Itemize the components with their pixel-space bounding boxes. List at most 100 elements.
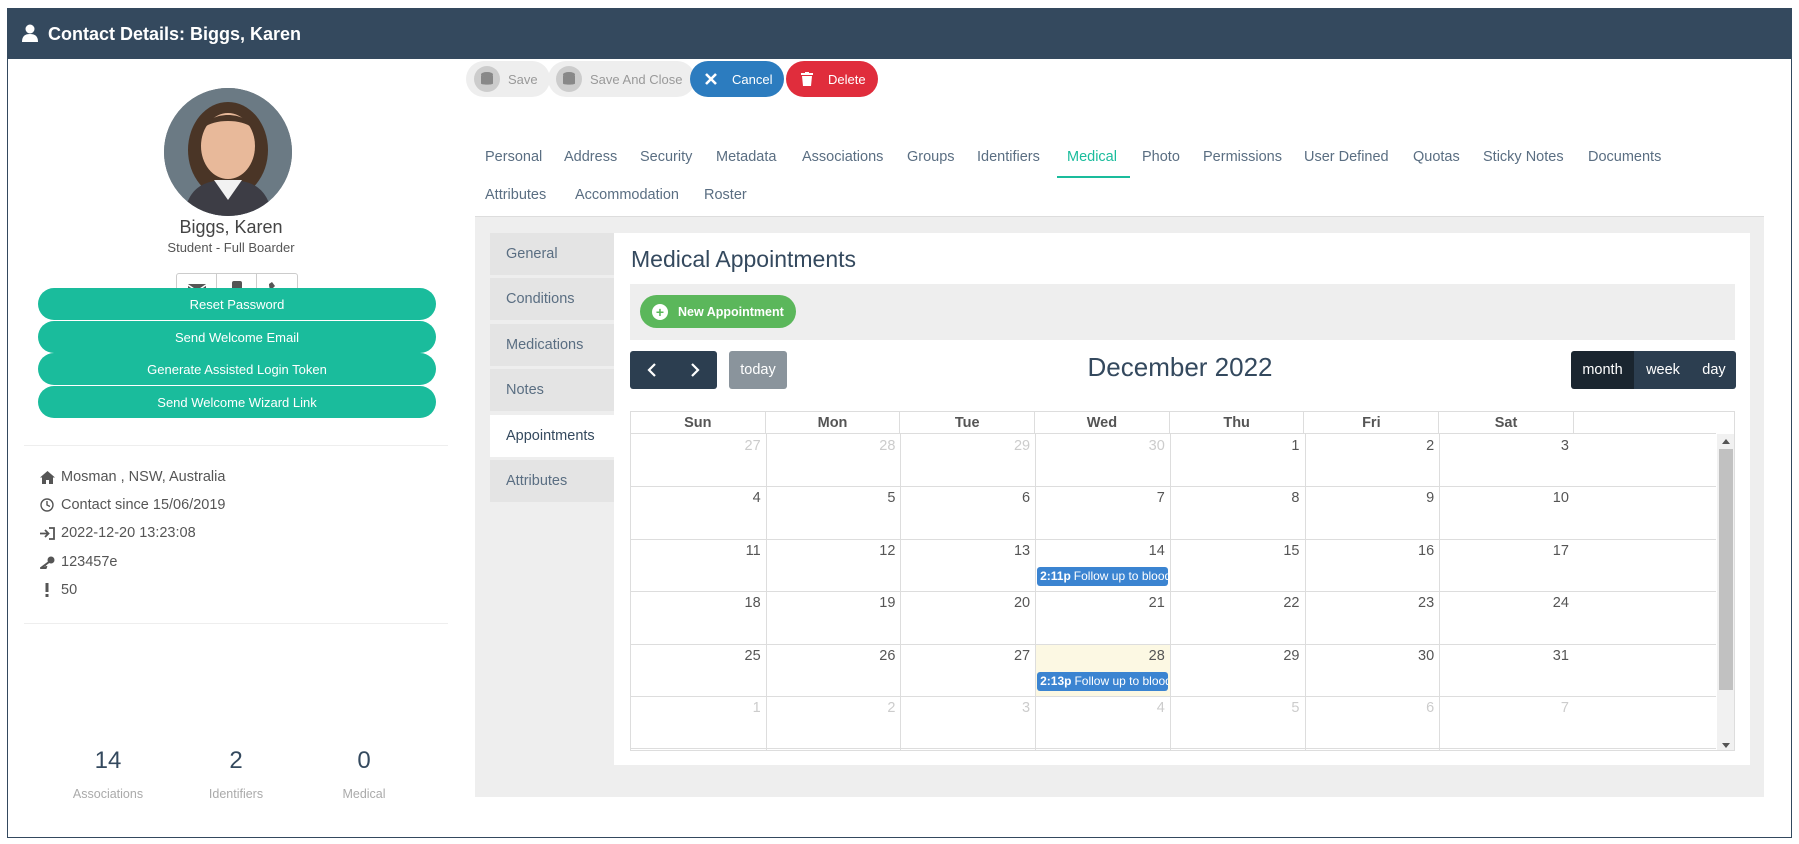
grid-line (1439, 434, 1441, 750)
tab-identifiers[interactable]: Identifiers (977, 149, 1040, 165)
view-week-button[interactable]: week (1634, 351, 1692, 389)
stat-value: 2 (229, 747, 243, 774)
next-month-button[interactable] (674, 351, 718, 389)
day-number[interactable]: 29 (1260, 648, 1299, 664)
tab-medical[interactable]: Medical (1067, 149, 1117, 165)
save-button[interactable]: Save (466, 61, 550, 97)
avatar (164, 88, 292, 216)
day-number[interactable]: 24 (1529, 595, 1569, 611)
day-number[interactable]: 13 (990, 543, 1030, 559)
day-number[interactable]: 1 (1260, 438, 1299, 454)
day-number[interactable]: 7 (1529, 700, 1569, 716)
delete-button[interactable]: Delete (786, 61, 878, 97)
subnav-notes[interactable]: Notes (490, 369, 614, 411)
generate-login-token-button[interactable]: Generate Assisted Login Token (38, 353, 436, 385)
day-number[interactable]: 10 (1529, 490, 1569, 506)
key-icon (38, 556, 56, 569)
tab-attributes[interactable]: Attributes (485, 187, 546, 203)
day-number[interactable]: 27 (990, 648, 1030, 664)
subnav-conditions[interactable]: Conditions (490, 278, 614, 320)
tab-user-defined[interactable]: User Defined (1304, 149, 1389, 165)
prev-month-button[interactable] (630, 351, 674, 389)
tab-personal[interactable]: Personal (485, 149, 542, 165)
day-number[interactable]: 19 (855, 595, 895, 611)
day-number[interactable]: 17 (1529, 543, 1569, 559)
event-time: 2:13p (1040, 674, 1072, 689)
subnav-attributes[interactable]: Attributes (490, 460, 614, 502)
scroll-down-arrow[interactable] (1717, 738, 1734, 750)
tab-documents[interactable]: Documents (1588, 149, 1661, 165)
send-wizard-link-button[interactable]: Send Welcome Wizard Link (38, 386, 436, 418)
last-login-text: 2022-12-20 13:23:08 (61, 525, 196, 541)
day-number[interactable]: 12 (855, 543, 895, 559)
day-number[interactable]: 4 (1125, 700, 1165, 716)
new-appointment-label: New Appointment (678, 304, 784, 319)
save-and-close-label: Save And Close (590, 71, 683, 87)
day-number[interactable]: 3 (1529, 438, 1569, 454)
last-login-row: 2022-12-20 13:23:08 (38, 525, 196, 541)
subnav-general[interactable]: General (490, 233, 614, 275)
day-number[interactable]: 31 (1529, 648, 1569, 664)
day-number[interactable]: 18 (721, 595, 761, 611)
view-day-button[interactable]: day (1692, 351, 1736, 389)
day-number[interactable]: 1 (721, 700, 761, 716)
day-number[interactable]: 6 (1394, 700, 1434, 716)
day-number[interactable]: 5 (1260, 700, 1299, 716)
divider (24, 445, 448, 446)
cancel-button[interactable]: Cancel (690, 61, 785, 97)
profile-role: Student - Full Boarder (167, 240, 295, 255)
day-number[interactable]: 2 (1394, 438, 1434, 454)
scrollbar-thumb[interactable] (1719, 449, 1733, 690)
subnav-medications[interactable]: Medications (490, 324, 614, 366)
day-number[interactable]: 30 (1394, 648, 1434, 664)
day-number[interactable]: 23 (1394, 595, 1434, 611)
day-number[interactable]: 30 (1125, 438, 1165, 454)
day-number[interactable]: 28 (1125, 648, 1165, 664)
tab-accommodation[interactable]: Accommodation (575, 187, 679, 203)
calendar-event[interactable]: 2:13pFollow up to blood t (1037, 671, 1168, 691)
event-title: Follow up to blood t (1073, 569, 1168, 584)
tab-quotas[interactable]: Quotas (1413, 149, 1460, 165)
day-number[interactable]: 14 (1125, 543, 1165, 559)
day-header: Sat (1439, 412, 1574, 434)
day-number[interactable]: 21 (1125, 595, 1165, 611)
day-number[interactable]: 27 (721, 438, 761, 454)
day-number[interactable]: 22 (1260, 595, 1299, 611)
day-number[interactable]: 8 (1260, 490, 1299, 506)
tab-metadata[interactable]: Metadata (716, 149, 776, 165)
day-header: Fri (1305, 412, 1440, 434)
day-number[interactable]: 25 (721, 648, 761, 664)
tab-permissions[interactable]: Permissions (1203, 149, 1282, 165)
day-number[interactable]: 15 (1260, 543, 1299, 559)
reset-password-button[interactable]: Reset Password (38, 288, 436, 320)
tab-associations[interactable]: Associations (802, 149, 883, 165)
day-number[interactable]: 9 (1394, 490, 1434, 506)
tab-sticky-notes[interactable]: Sticky Notes (1483, 149, 1564, 165)
calendar-scrollbar[interactable] (1717, 434, 1734, 750)
day-number[interactable]: 7 (1125, 490, 1165, 506)
day-number[interactable]: 3 (990, 700, 1030, 716)
day-number[interactable]: 29 (990, 438, 1030, 454)
save-and-close-button[interactable]: Save And Close (548, 61, 695, 97)
day-number[interactable]: 28 (855, 438, 895, 454)
scroll-up-arrow[interactable] (1717, 434, 1734, 448)
tab-security[interactable]: Security (640, 149, 692, 165)
day-number[interactable]: 6 (990, 490, 1030, 506)
tab-photo[interactable]: Photo (1142, 149, 1180, 165)
day-number[interactable]: 26 (855, 648, 895, 664)
day-number[interactable]: 5 (855, 490, 895, 506)
tab-groups[interactable]: Groups (907, 149, 955, 165)
day-number[interactable]: 20 (990, 595, 1030, 611)
day-number[interactable]: 4 (721, 490, 761, 506)
day-number[interactable]: 11 (721, 543, 761, 559)
subnav-appointments[interactable]: Appointments (490, 415, 614, 457)
new-appointment-button[interactable]: + New Appointment (640, 295, 796, 328)
view-month-button[interactable]: month (1571, 351, 1634, 389)
calendar-event[interactable]: 2:11p Follow up to blood t (1037, 566, 1168, 586)
send-welcome-email-button[interactable]: Send Welcome Email (38, 321, 436, 353)
today-button[interactable]: today (729, 351, 787, 389)
tab-roster[interactable]: Roster (704, 187, 747, 203)
day-number[interactable]: 2 (855, 700, 895, 716)
day-number[interactable]: 16 (1394, 543, 1434, 559)
tab-address[interactable]: Address (564, 149, 617, 165)
